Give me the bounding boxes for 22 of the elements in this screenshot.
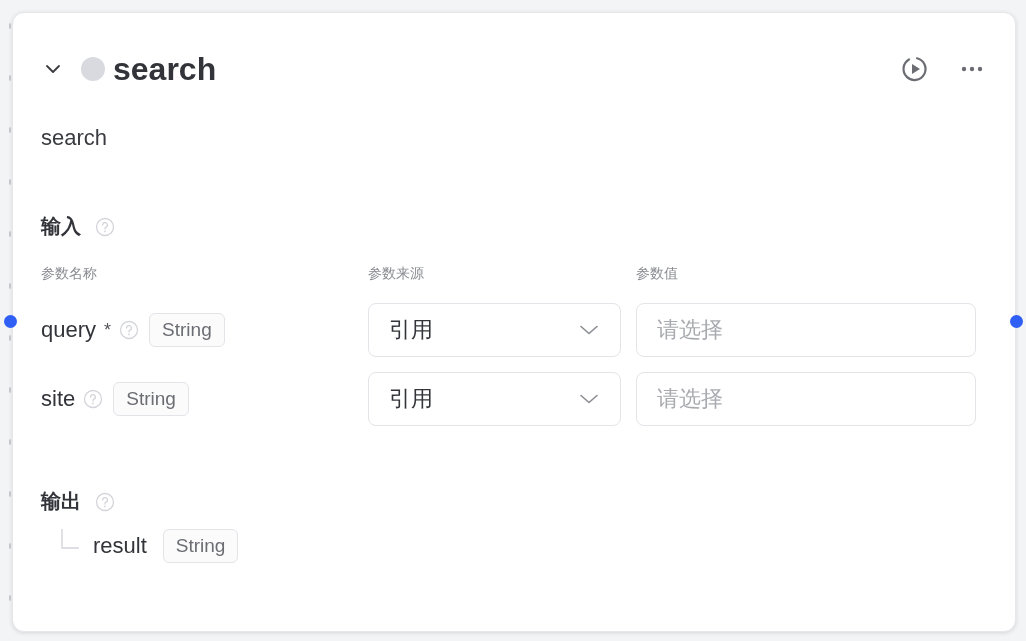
type-tag: String: [162, 529, 239, 563]
type-tag: String: [149, 313, 225, 347]
column-header: 参数名称: [41, 265, 98, 283]
type-tag: String: [113, 382, 189, 416]
parameter-name: query: [41, 317, 97, 343]
column-header: 参数值: [636, 265, 679, 283]
parameter-name: site: [41, 386, 76, 412]
node-title: search: [113, 50, 217, 88]
run-icon[interactable]: [901, 55, 929, 83]
source-select[interactable]: 引用: [368, 303, 621, 357]
node-icon: [81, 57, 105, 81]
node-description: search: [41, 125, 109, 151]
section-title: 输出: [41, 489, 81, 514]
output-name: result: [93, 533, 147, 559]
value-field[interactable]: 请选择: [636, 372, 976, 426]
column-header: 参数来源: [368, 265, 425, 283]
more-icon[interactable]: [961, 66, 983, 72]
source-select[interactable]: 引用: [368, 372, 621, 426]
value-field[interactable]: 请选择: [636, 303, 976, 357]
tree-branch-icon: [61, 529, 79, 549]
required-mark: *: [104, 319, 112, 341]
section-title: 输入: [41, 214, 81, 239]
